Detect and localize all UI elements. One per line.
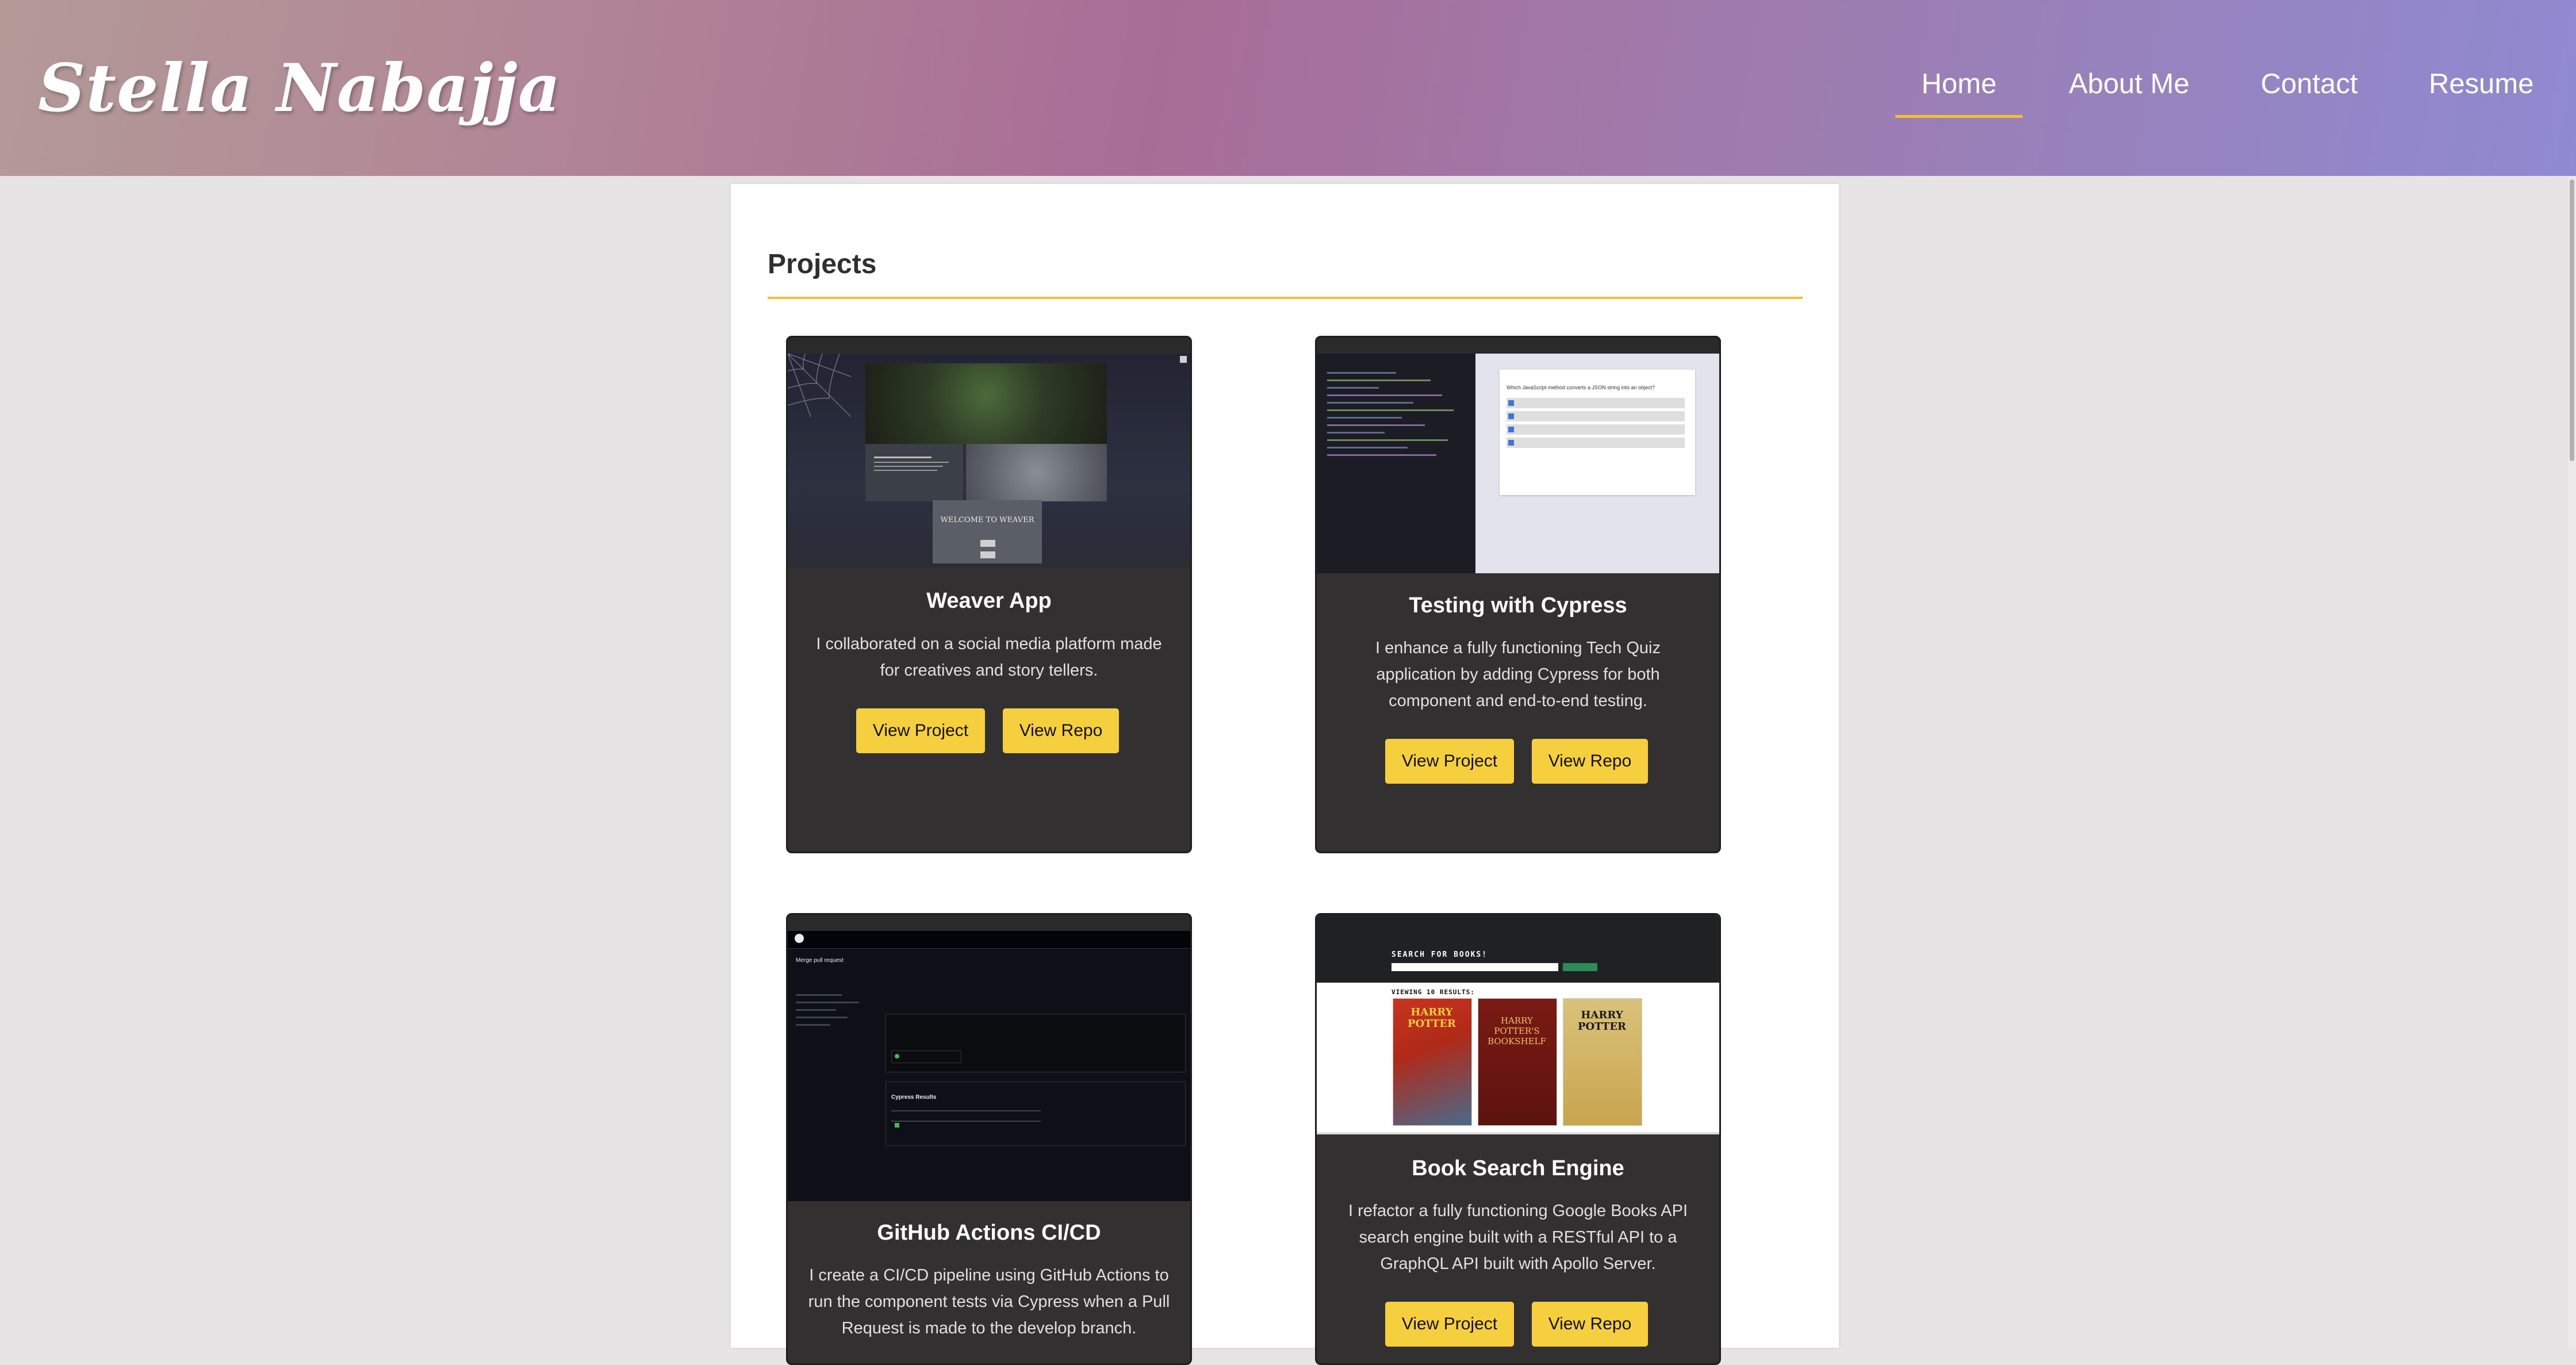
project-description: I refactor a fully functioning Google Bo… [1348,1202,1688,1273]
thumb-caption: Which JavaScript method converts a JSON … [1506,385,1655,390]
scrollbar-thumb[interactable] [2570,179,2574,461]
project-thumbnail: Which JavaScript method converts a JSON … [1317,338,1719,573]
page-scrollbar[interactable] [2568,176,2576,1348]
thumb-caption: SEARCH FOR BOOKS! [1392,950,1488,959]
nav-contact[interactable]: Contact [2260,68,2359,100]
view-project-button[interactable]: View Project [1385,1302,1514,1347]
project-card-github-actions: Merge pull request Cypress Results GitHu… [786,913,1192,1365]
thumb-caption: WELCOME TO WEAVER [940,516,1034,524]
project-card-cypress: Which JavaScript method converts a JSON … [1315,336,1721,853]
projects-section: Projects WELCOME TO WEAVER Weaver App I … [731,184,1839,1365]
main-nav: Home About Me Contact Resume [0,68,2576,125]
thumb-caption: Cypress Results [891,1094,937,1101]
view-project-button[interactable]: View Project [1385,739,1514,784]
spiderweb-icon [788,354,851,417]
view-repo-button[interactable]: View Repo [1003,708,1119,753]
nav-resume[interactable]: Resume [2429,68,2533,100]
thumb-caption: Merge pull request [796,957,844,964]
project-title: Weaver App [926,589,1052,613]
view-project-button[interactable]: View Project [856,708,985,753]
section-title: Projects [768,249,877,279]
project-title: Testing with Cypress [1409,593,1627,618]
view-repo-button[interactable]: View Repo [1532,1302,1648,1347]
project-card-weaver: WELCOME TO WEAVER Weaver App I collabora… [786,336,1192,853]
title-divider [768,297,1803,299]
view-repo-button[interactable]: View Repo [1532,739,1648,784]
nav-about-me[interactable]: About Me [2069,68,2190,100]
project-thumbnail: SEARCH FOR BOOKS! VIEWING 10 RESULTS: HA… [1317,915,1719,1134]
nav-home[interactable]: Home [1895,68,2023,118]
project-title: Book Search Engine [1412,1156,1624,1180]
github-icon [795,934,804,943]
project-card-book-search: SEARCH FOR BOOKS! VIEWING 10 RESULTS: HA… [1315,913,1721,1365]
thumb-caption: VIEWING 10 RESULTS: [1392,988,1475,996]
project-thumbnail: Merge pull request Cypress Results [788,915,1190,1201]
project-thumbnail: WELCOME TO WEAVER [788,338,1190,568]
site-header: Stella Nabajja Home About Me Contact Res… [0,0,2576,176]
project-description: I create a CI/CD pipeline using GitHub A… [808,1266,1170,1337]
project-description: I collaborated on a social media platfor… [816,635,1162,680]
project-description: I enhance a fully functioning Tech Quiz … [1375,639,1661,710]
project-title: GitHub Actions CI/CD [877,1221,1101,1245]
